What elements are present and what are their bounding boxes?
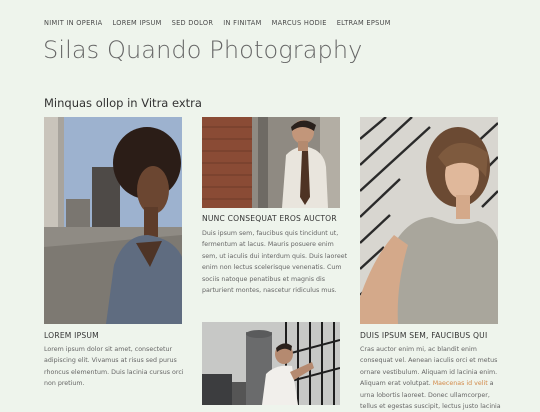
text-fragment: a [487,380,494,388]
photo-woman-curly-hair[interactable] [44,117,182,324]
photo-woman-railing[interactable] [360,117,498,324]
text-line: Lorem ipsum dolor sit amet, consectetur [44,346,173,353]
top-navigation: NIMIT IN OPERIA LOREM IPSUM SED DOLOR IN… [44,19,401,27]
text-line: sem, ut iaculis dui interdum quis. Duis … [202,252,348,260]
text-line: consequat vel. Aenean iaculis orci et me… [360,357,498,365]
site-title[interactable]: Silas Quando Photography [43,36,362,64]
card-title-duis-ipsum-sem[interactable]: DUIS IPSUM SEM, FAUCIBUS QUI [360,331,487,340]
text-fragment: Aliquam erat volutpat. [360,380,431,388]
section-title: Minquas ollop in Vitra extra [44,96,202,110]
card-title-nunc-consequat[interactable]: NUNC CONSEQUAT EROS AUCTOR [202,214,337,223]
card-text-nunc-consequat: Duis ipsum sem, faucibus quis tincidunt … [202,228,352,296]
text-line: rhoncus elementum. Duis lacinia cursus o… [44,368,184,376]
nav-item-marcus-hodie[interactable]: MARCUS HODIE [272,19,327,27]
text-line: adipiscing elit. Vivamus at risus sed pu… [44,357,177,365]
text-line: urna lobortis laoreet. Donec ullamcorper… [360,391,490,399]
text-line: tellus et egestas suscipit, lectus justo… [360,403,501,411]
nav-item-in-finitam[interactable]: IN FINITAM [223,19,261,27]
nav-item-nimit-in-operia[interactable]: NIMIT IN OPERIA [44,19,102,27]
text-line: enim non lectus scelerisque venenatis. C… [202,264,342,272]
text-line: fermentum at lacus. Mauris posuere enim [202,241,334,249]
text-line: non pretium. [44,380,85,388]
text-line: parturient montes, nascetur ridiculus mu… [202,287,337,295]
photo-man-with-tie[interactable] [202,117,340,208]
text-line: Duis ipsum sem, faucibus quis tincidunt … [202,230,339,237]
nav-item-lorem-ipsum[interactable]: LOREM IPSUM [112,19,161,27]
text-line: sociis natoque penatibus et magnis dis [202,275,326,283]
nav-item-sed-dolor[interactable]: SED DOLOR [172,19,214,27]
photo-man-fire-escape[interactable] [202,322,340,405]
inline-link-maecenas[interactable]: Maecenas id velit [433,380,488,387]
card-text-duis-ipsum-sem: Cras auctor enim mi, ac blandit enim con… [360,344,510,412]
text-line: ornare vestibulum. Aliquam id lacinia en… [360,368,498,376]
text-line: Aliquam erat volutpat. Maecenas id velit… [360,378,510,389]
nav-item-eltram-epsum[interactable]: ELTRAM EPSUM [337,19,391,27]
text-line: Cras auctor enim mi, ac blandit enim [360,346,477,353]
card-title-lorem-ipsum[interactable]: LOREM IPSUM [44,331,99,340]
card-text-lorem-ipsum: Lorem ipsum dolor sit amet, consectetur … [44,344,194,390]
